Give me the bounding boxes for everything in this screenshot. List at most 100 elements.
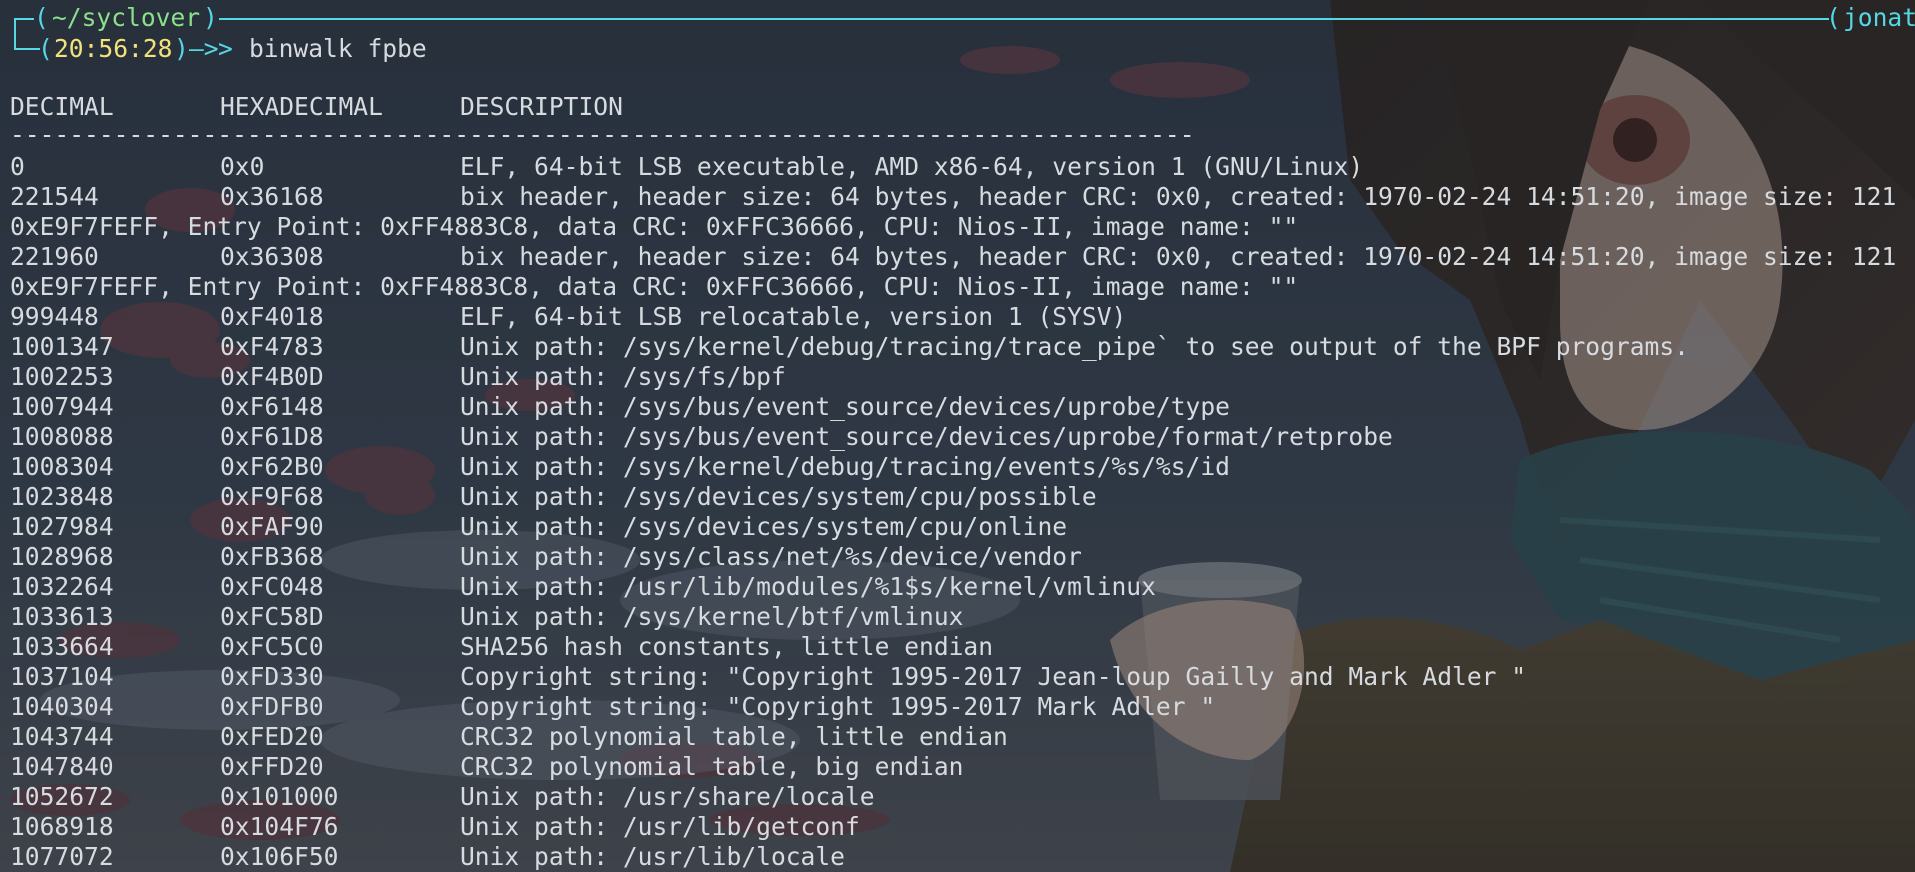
row-decimal: 1001347 bbox=[10, 332, 114, 361]
row-decimal: 1040304 bbox=[10, 692, 114, 721]
table-row: 1008304 0xF62B0 Unix path: /sys/kernel/deb… bbox=[0, 452, 1915, 482]
row-description: Unix path: /usr/lib/locale bbox=[460, 842, 845, 871]
table-row: 1047840 0xFFD20 CRC32 polynomial table, bi… bbox=[0, 752, 1915, 782]
row-description: Unix path: /sys/bus/event_source/devices… bbox=[460, 392, 1230, 421]
row-description: Unix path: /sys/bus/event_source/devices… bbox=[460, 422, 1393, 451]
row-hexadecimal: 0xFC58D bbox=[220, 602, 324, 631]
row-description: bix header, header size: 64 bytes, heade… bbox=[460, 182, 1897, 211]
row-hexadecimal: 0x104F76 bbox=[220, 812, 339, 841]
table-row: 1008088 0xF61D8 Unix path: /sys/bus/event_… bbox=[0, 422, 1915, 452]
row-description: Unix path: /sys/devices/system/cpu/possi… bbox=[460, 482, 1097, 511]
table-row: 1077072 0x106F50 Unix path: /usr/lib/local… bbox=[0, 842, 1915, 872]
table-row: 999448 0xF4018 ELF, 64-bit LSB relocatable… bbox=[0, 302, 1915, 332]
row-wrap-text: 0xE9F7FEFF, Entry Point: 0xFF4883C8, dat… bbox=[10, 212, 1299, 241]
row-hexadecimal: 0x0 bbox=[220, 152, 265, 181]
prompt-arrow-head: > bbox=[218, 34, 233, 63]
row-hexadecimal: 0x36168 bbox=[220, 182, 324, 211]
row-hexadecimal: 0xFC5C0 bbox=[220, 632, 324, 661]
row-hexadecimal: 0xFED20 bbox=[220, 722, 324, 751]
table-row: 1027984 0xFAF90 Unix path: /sys/devices/sy… bbox=[0, 512, 1915, 542]
row-hexadecimal: 0xF61D8 bbox=[220, 422, 324, 451]
prompt-close-paren: ) bbox=[203, 3, 218, 32]
table-row: 1040304 0xFDFB0 Copyright string: "Copyrig… bbox=[0, 692, 1915, 722]
row-decimal: 1043744 bbox=[10, 722, 114, 751]
row-description: Unix path: /usr/share/locale bbox=[460, 782, 875, 811]
row-description: CRC32 polynomial table, little endian bbox=[460, 722, 1008, 751]
terminal-window[interactable]: ( ~/syclover ) ( jonat ( 20:56:28 ) —> >… bbox=[0, 0, 1915, 872]
table-row: 1032264 0xFC048 Unix path: /usr/lib/module… bbox=[0, 572, 1915, 602]
row-decimal: 1008088 bbox=[10, 422, 114, 451]
table-row: 1002253 0xF4B0D Unix path: /sys/fs/bpf bbox=[0, 362, 1915, 392]
row-description: SHA256 hash constants, little endian bbox=[460, 632, 994, 661]
row-hexadecimal: 0x36308 bbox=[220, 242, 324, 271]
table-row: 1028968 0xFB368 Unix path: /sys/class/net/… bbox=[0, 542, 1915, 572]
row-description: Unix path: /sys/kernel/debug/tracing/tra… bbox=[460, 332, 1689, 361]
row-hexadecimal: 0xF62B0 bbox=[220, 452, 324, 481]
row-decimal: 221960 bbox=[10, 242, 99, 271]
header-description: DESCRIPTION bbox=[460, 92, 623, 121]
row-hexadecimal: 0xF6148 bbox=[220, 392, 324, 421]
row-description: Unix path: /sys/kernel/debug/tracing/eve… bbox=[460, 452, 1230, 481]
row-decimal: 1027984 bbox=[10, 512, 114, 541]
row-hexadecimal: 0xF9F68 bbox=[220, 482, 324, 511]
table-row: 1037104 0xFD330 Copyright string: "Copyrig… bbox=[0, 662, 1915, 692]
row-hexadecimal: 0xFB368 bbox=[220, 542, 324, 571]
row-description: Unix path: /sys/class/net/%s/device/vend… bbox=[460, 542, 1082, 571]
table-row: 221960 0x36308 bix header, header size: 64… bbox=[0, 242, 1915, 272]
table-header-row: DECIMAL HEXADECIMAL DESCRIPTION bbox=[0, 92, 1915, 122]
row-decimal: 999448 bbox=[10, 302, 99, 331]
prompt-user-open-paren: ( bbox=[1826, 3, 1841, 32]
table-row: 1033664 0xFC5C0 SHA256 hash constants, lit… bbox=[0, 632, 1915, 662]
row-description: CRC32 polynomial table, big endian bbox=[460, 752, 964, 781]
table-row: 1001347 0xF4783 Unix path: /sys/kernel/deb… bbox=[0, 332, 1915, 362]
row-hexadecimal: 0xFD330 bbox=[220, 662, 324, 691]
table-row: 0 0x0 ELF, 64-bit LSB executable, AMD x86-… bbox=[0, 152, 1915, 182]
row-decimal: 221544 bbox=[10, 182, 99, 211]
row-hexadecimal: 0xFC048 bbox=[220, 572, 324, 601]
table-row: 1043744 0xFED20 CRC32 polynomial table, li… bbox=[0, 722, 1915, 752]
prompt-open-paren: ( bbox=[34, 3, 49, 32]
prompt-time-close-paren: ) bbox=[174, 34, 189, 63]
row-decimal: 1002253 bbox=[10, 362, 114, 391]
table-row: 221544 0x36168 bix header, header size: 64… bbox=[0, 182, 1915, 212]
row-hexadecimal: 0xFFD20 bbox=[220, 752, 324, 781]
row-description: Unix path: /sys/fs/bpf bbox=[460, 362, 786, 391]
row-decimal: 1032264 bbox=[10, 572, 114, 601]
row-hexadecimal: 0xFDFB0 bbox=[220, 692, 324, 721]
prompt-time: 20:56:28 bbox=[54, 34, 173, 63]
table-row: 1068918 0x104F76 Unix path: /usr/lib/getco… bbox=[0, 812, 1915, 842]
row-description: Unix path: /usr/lib/modules/%1$s/kernel/… bbox=[460, 572, 1156, 601]
row-description: Unix path: /usr/lib/getconf bbox=[460, 812, 860, 841]
header-hexadecimal: HEXADECIMAL bbox=[220, 92, 383, 121]
row-decimal: 1033613 bbox=[10, 602, 114, 631]
table-row: 1007944 0xF6148 Unix path: /sys/bus/event_… bbox=[0, 392, 1915, 422]
row-decimal: 1008304 bbox=[10, 452, 114, 481]
header-decimal: DECIMAL bbox=[10, 92, 114, 121]
table-row: 1023848 0xF9F68 Unix path: /sys/devices/sy… bbox=[0, 482, 1915, 512]
row-description: Unix path: /sys/devices/system/cpu/onlin… bbox=[460, 512, 1068, 541]
row-decimal: 1047840 bbox=[10, 752, 114, 781]
row-description: ELF, 64-bit LSB executable, AMD x86-64, … bbox=[460, 152, 1364, 181]
row-hexadecimal: 0xF4018 bbox=[220, 302, 324, 331]
row-description: Copyright string: "Copyright 1995-2017 M… bbox=[460, 692, 1216, 721]
row-decimal: 1052672 bbox=[10, 782, 114, 811]
prompt-frame-vertical bbox=[14, 18, 16, 50]
row-decimal: 1037104 bbox=[10, 662, 114, 691]
row-decimal: 1023848 bbox=[10, 482, 114, 511]
row-wrap-text: 0xE9F7FEFF, Entry Point: 0xFF4883C8, dat… bbox=[10, 272, 1299, 301]
row-decimal: 0 bbox=[10, 152, 25, 181]
row-description: Copyright string: "Copyright 1995-2017 J… bbox=[460, 662, 1527, 691]
row-hexadecimal: 0x106F50 bbox=[220, 842, 339, 871]
prompt-user: jonat bbox=[1843, 3, 1915, 32]
prompt-frame-bottom bbox=[14, 48, 40, 50]
row-description: bix header, header size: 64 bytes, heade… bbox=[460, 242, 1897, 271]
row-decimal: 1033664 bbox=[10, 632, 114, 661]
row-hexadecimal: 0xFAF90 bbox=[220, 512, 324, 541]
prompt-arrow: —> bbox=[189, 34, 219, 63]
table-row: 1052672 0x101000 Unix path: /usr/share/loc… bbox=[0, 782, 1915, 812]
table-row-wrap: 0xE9F7FEFF, Entry Point: 0xFF4883C8, dat… bbox=[0, 272, 1915, 302]
table-row: 1033613 0xFC58D Unix path: /sys/kernel/btf… bbox=[0, 602, 1915, 632]
row-description: Unix path: /sys/kernel/btf/vmlinux bbox=[460, 602, 964, 631]
separator-line: ----------------------------------------… bbox=[10, 120, 1195, 149]
row-decimal: 1068918 bbox=[10, 812, 114, 841]
